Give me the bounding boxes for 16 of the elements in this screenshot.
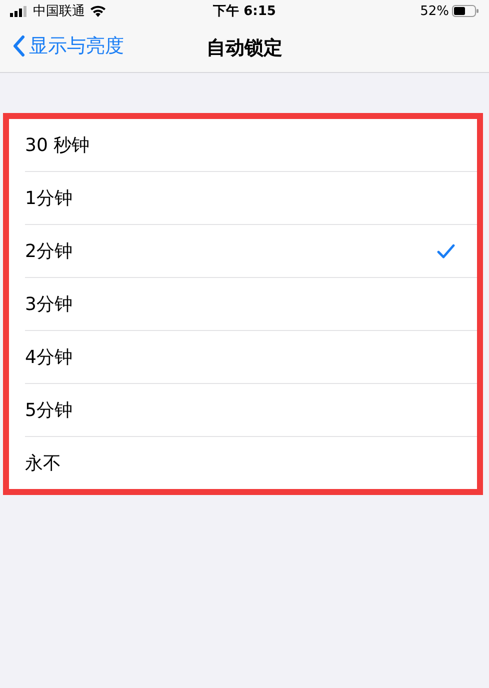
option-row[interactable]: 2分钟 xyxy=(25,225,477,278)
page-title: 自动锁定 xyxy=(206,36,282,61)
option-row[interactable]: 永不 xyxy=(25,437,477,489)
option-row[interactable]: 1分钟 xyxy=(25,172,477,225)
carrier-name: 中国联通 xyxy=(33,3,85,20)
battery-icon xyxy=(452,5,479,17)
back-button[interactable]: 显示与亮度 xyxy=(12,33,124,59)
option-row[interactable]: 5分钟 xyxy=(25,384,477,437)
option-row[interactable]: 30 秒钟 xyxy=(25,119,477,172)
wifi-icon xyxy=(90,5,106,17)
option-row[interactable]: 3分钟 xyxy=(25,278,477,331)
back-chevron-icon xyxy=(12,35,25,57)
option-row[interactable]: 4分钟 xyxy=(25,331,477,384)
signal-icon xyxy=(10,6,28,16)
clock-time: 下午 6:15 xyxy=(213,3,276,20)
battery-percent: 52% xyxy=(420,4,449,18)
